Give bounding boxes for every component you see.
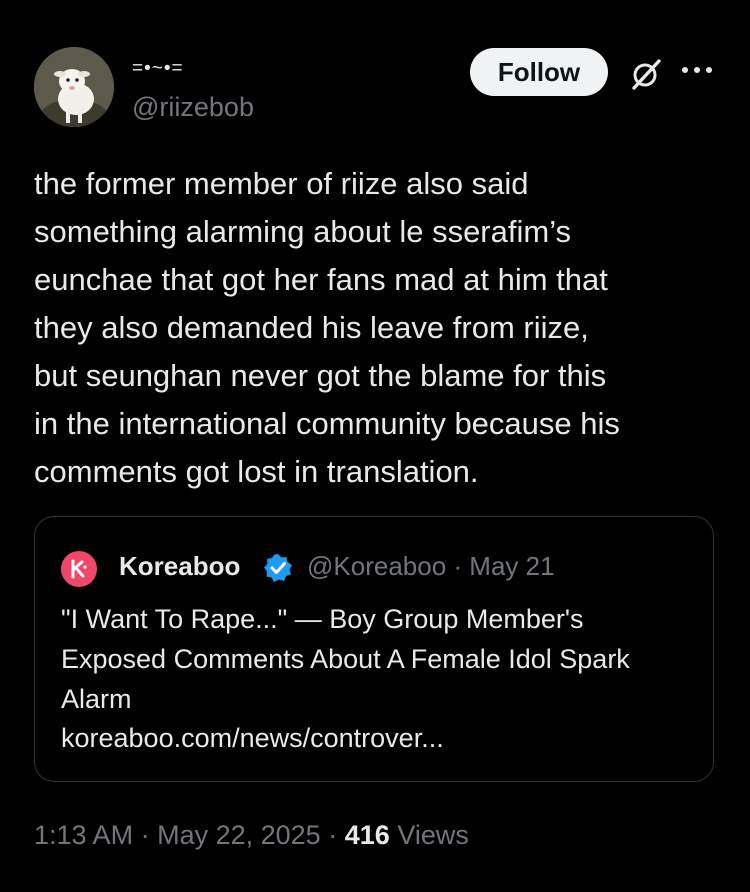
koreaboo-avatar[interactable]: [61, 551, 97, 587]
author-display-name[interactable]: =•~•=: [132, 58, 184, 80]
follow-button[interactable]: Follow: [470, 48, 608, 96]
tweet-text: the former member of riize also said som…: [34, 166, 620, 489]
quoted-date[interactable]: May 21: [469, 551, 554, 581]
footer-separator: ·: [140, 820, 150, 850]
meta-separator: ·: [453, 551, 463, 581]
goat-avatar-icon: [34, 47, 114, 127]
author-handle[interactable]: @riizebob: [132, 92, 254, 123]
more-icon[interactable]: [680, 60, 714, 80]
quoted-link[interactable]: koreaboo.com/news/controver...: [61, 723, 444, 754]
quoted-meta: @Koreaboo · May 21: [307, 551, 555, 582]
footer-separator: ·: [328, 820, 338, 850]
verified-badge-icon: [264, 554, 292, 582]
quoted-handle[interactable]: @Koreaboo: [307, 551, 446, 581]
views-label: Views: [397, 820, 469, 850]
author-avatar[interactable]: [34, 47, 114, 127]
quoted-account-name[interactable]: Koreaboo: [119, 551, 240, 582]
grok-icon[interactable]: [628, 56, 664, 92]
koreaboo-logo-icon: [71, 559, 87, 579]
views-count: 416: [344, 820, 390, 850]
quoted-tweet-card[interactable]: Koreaboo @Koreaboo · May 21 "I Want To R…: [34, 516, 714, 782]
tweet-time[interactable]: 1:13 AM: [34, 820, 133, 850]
quoted-tweet-text: "I Want To Rape..." — Boy Group Member's…: [61, 604, 630, 714]
tweet-date[interactable]: May 22, 2025: [157, 820, 321, 850]
tweet-footer: 1:13 AM · May 22, 2025 · 416 Views: [34, 820, 469, 851]
